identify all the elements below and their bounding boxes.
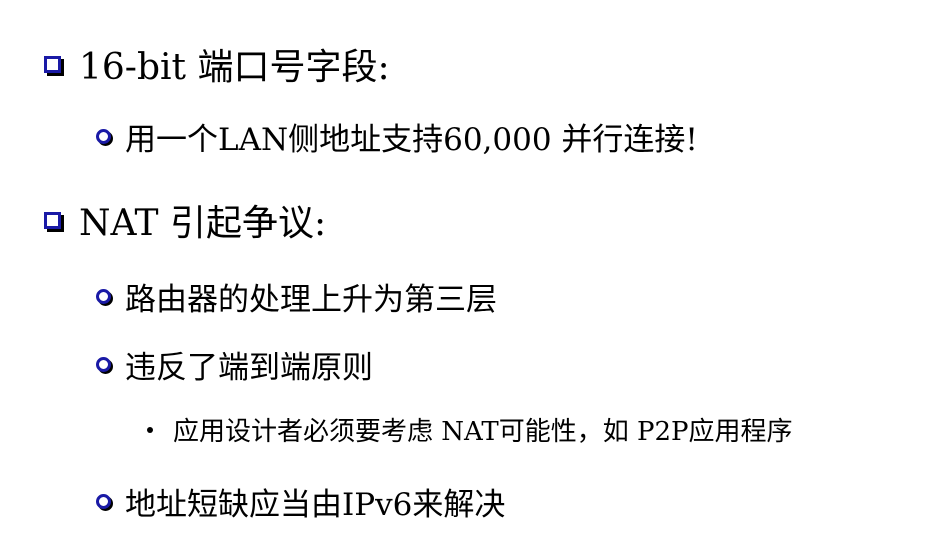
bullet-router-layer: 路由器的处理上升为第三层 <box>96 274 497 319</box>
slide: 16-bit 端口号字段: 用一个LAN侧地址支持60,000 并行连接! NA… <box>0 0 933 544</box>
bullet-text: 16-bit 端口号字段: <box>79 47 390 88</box>
bullet-text: 违反了端到端原则 <box>125 350 373 386</box>
bullet-nat-controversy: NAT 引起争议: <box>44 194 326 246</box>
bullet-ipv6: 地址短缺应当由IPv6来解决 <box>96 479 505 524</box>
square-bullet-icon <box>44 211 61 229</box>
bullet-text: 路由器的处理上升为第三层 <box>125 282 497 318</box>
bullet-text: NAT 引起争议: <box>79 203 327 244</box>
circle-bullet-icon <box>96 357 111 372</box>
bullet-port-field: 16-bit 端口号字段: <box>44 38 390 90</box>
circle-bullet-icon <box>96 494 111 509</box>
bullet-lan-connections: 用一个LAN侧地址支持60,000 并行连接! <box>96 114 698 159</box>
square-bullet-icon <box>44 55 61 73</box>
bullet-app-designers: 应用设计者必须要考虑 NAT可能性，如 P2P应用程序 <box>147 411 793 448</box>
bullet-text: 用一个LAN侧地址支持60,000 并行连接! <box>125 122 698 158</box>
circle-bullet-icon <box>96 289 111 304</box>
circle-bullet-icon <box>96 129 111 144</box>
bullet-text: 地址短缺应当由IPv6来解决 <box>125 487 506 523</box>
bullet-end-to-end: 违反了端到端原则 <box>96 342 373 387</box>
bullet-text: 应用设计者必须要考虑 NAT可能性，如 P2P应用程序 <box>173 417 793 447</box>
dot-bullet-icon <box>147 426 153 433</box>
